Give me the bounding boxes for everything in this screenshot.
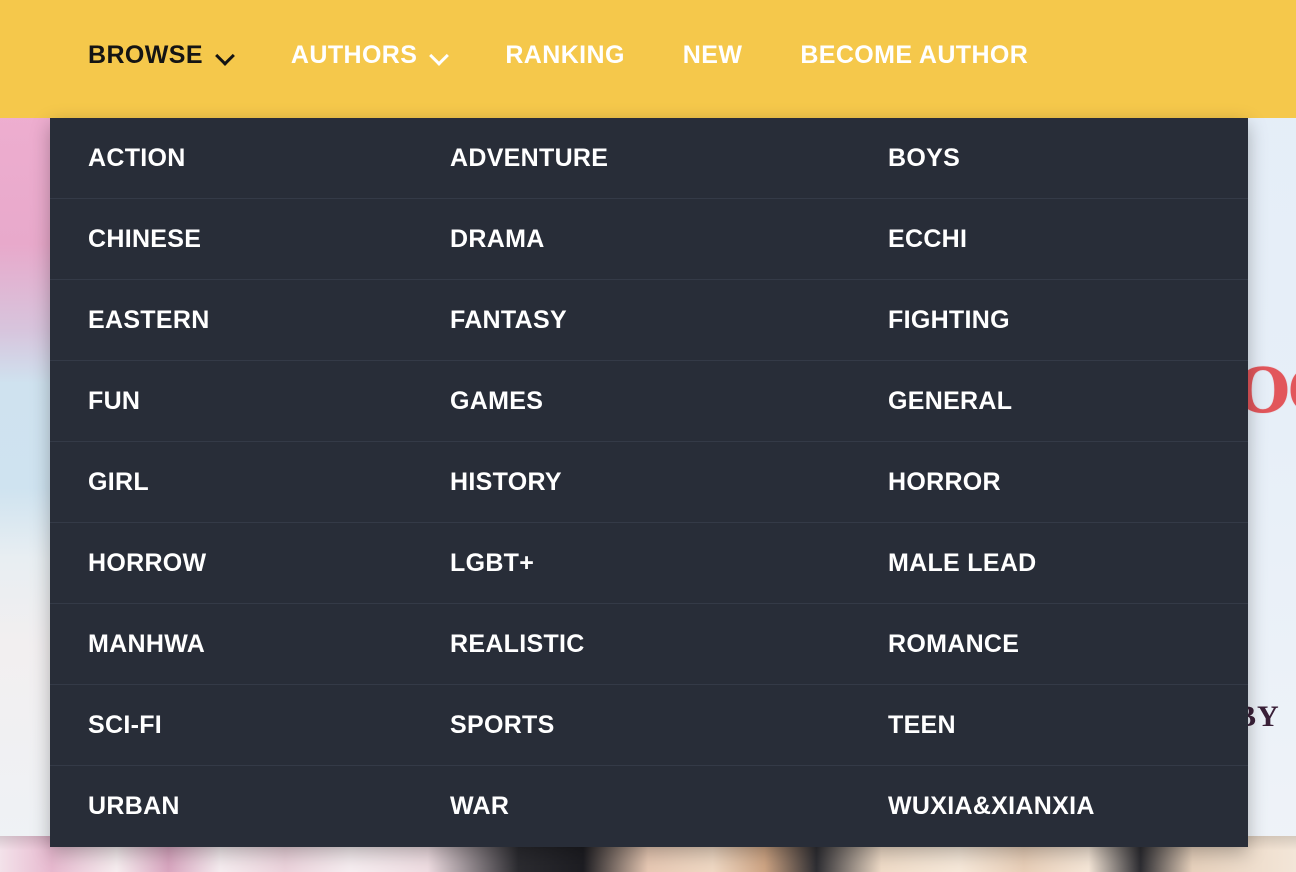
dropdown-row: URBAN WAR WUXIA&XIANXIA (50, 766, 1248, 847)
chevron-down-icon (431, 49, 447, 65)
nav-item-authors[interactable]: AUTHORS (291, 41, 447, 70)
browse-dropdown-menu: ACTION ADVENTURE BOYS CHINESE DRAMA ECCH… (50, 118, 1248, 847)
nav-item-browse-label: BROWSE (88, 40, 203, 69)
page-root: OO IS C D BY BROWSE AUTHORS RANKING NEW … (0, 0, 1296, 872)
genre-item-fun[interactable]: FUN (50, 361, 450, 441)
nav-item-browse[interactable]: BROWSE (88, 41, 233, 70)
dropdown-row: FUN GAMES GENERAL (50, 361, 1248, 442)
nav-item-new-label: NEW (682, 40, 743, 69)
genre-item-wuxia-xianxia[interactable]: WUXIA&XIANXIA (850, 766, 1248, 847)
genre-item-general[interactable]: GENERAL (850, 361, 1248, 441)
nav-item-ranking-label: RANKING (505, 40, 625, 69)
nav-item-become-author-label: BECOME AUTHOR (800, 40, 1029, 69)
nav-item-authors-label: AUTHORS (290, 40, 418, 69)
dropdown-row: SCI-FI SPORTS TEEN (50, 685, 1248, 766)
dropdown-row: GIRL HISTORY HORROR (50, 442, 1248, 523)
genre-item-games[interactable]: GAMES (450, 361, 850, 441)
genre-item-ecchi[interactable]: ECCHI (850, 199, 1248, 279)
genre-item-chinese[interactable]: CHINESE (50, 199, 450, 279)
genre-item-drama[interactable]: DRAMA (450, 199, 850, 279)
chevron-down-icon (217, 49, 233, 65)
genre-item-eastern[interactable]: EASTERN (50, 280, 450, 360)
genre-item-fantasy[interactable]: FANTASY (450, 280, 850, 360)
dropdown-row: MANHWA REALISTIC ROMANCE (50, 604, 1248, 685)
genre-item-fighting[interactable]: FIGHTING (850, 280, 1248, 360)
genre-item-manhwa[interactable]: MANHWA (50, 604, 450, 684)
genre-item-realistic[interactable]: REALISTIC (450, 604, 850, 684)
genre-item-sci-fi[interactable]: SCI-FI (50, 685, 450, 765)
genre-item-girl[interactable]: GIRL (50, 442, 450, 522)
dropdown-row: HORROW LGBT+ MALE LEAD (50, 523, 1248, 604)
nav-item-become-author[interactable]: BECOME AUTHOR (800, 41, 1028, 70)
dropdown-row: CHINESE DRAMA ECCHI (50, 199, 1248, 280)
nav-item-new[interactable]: NEW (683, 41, 743, 70)
genre-item-war[interactable]: WAR (450, 766, 850, 847)
genre-item-history[interactable]: HISTORY (450, 442, 850, 522)
navbar-items: BROWSE AUTHORS RANKING NEW BECOME AUTHOR (0, 0, 1296, 110)
dropdown-row: ACTION ADVENTURE BOYS (50, 118, 1248, 199)
genre-item-male-lead[interactable]: MALE LEAD (850, 523, 1248, 603)
genre-item-boys[interactable]: BOYS (850, 118, 1248, 198)
genre-item-sports[interactable]: SPORTS (450, 685, 850, 765)
genre-item-horrow[interactable]: HORROW (50, 523, 450, 603)
genre-item-action[interactable]: ACTION (50, 118, 450, 198)
dropdown-row: EASTERN FANTASY FIGHTING (50, 280, 1248, 361)
genre-item-adventure[interactable]: ADVENTURE (450, 118, 850, 198)
genre-item-romance[interactable]: ROMANCE (850, 604, 1248, 684)
genre-item-lgbt[interactable]: LGBT+ (450, 523, 850, 603)
nav-item-ranking[interactable]: RANKING (505, 41, 624, 70)
top-navbar: BROWSE AUTHORS RANKING NEW BECOME AUTHOR (0, 0, 1296, 118)
genre-item-horror[interactable]: HORROR (850, 442, 1248, 522)
genre-item-urban[interactable]: URBAN (50, 766, 450, 847)
genre-item-teen[interactable]: TEEN (850, 685, 1248, 765)
